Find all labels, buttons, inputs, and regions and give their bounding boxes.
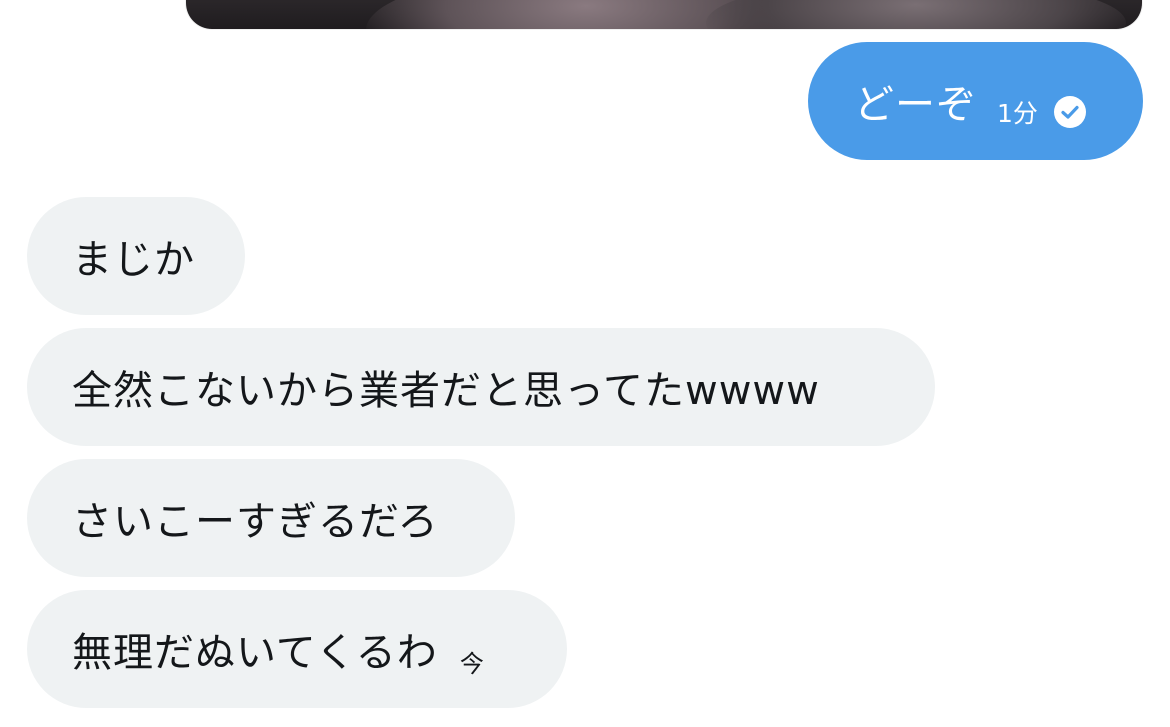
message-text: 無理だぬいてくるわ	[72, 630, 438, 676]
incoming-message-bubble[interactable]: 無理だぬいてくるわ 今	[27, 590, 567, 708]
image-attachment[interactable]	[186, 0, 1142, 29]
message-text: まじか	[72, 237, 195, 283]
incoming-message-bubble[interactable]: まじか	[27, 197, 245, 315]
message-text: さいこーすぎるだろ	[72, 499, 439, 545]
message-meta: 1分	[997, 94, 1086, 130]
incoming-message-bubble[interactable]: 全然こないから業者だと思ってたwwww	[27, 328, 935, 446]
message-text: どーぞ	[854, 82, 977, 128]
message-timestamp: 1分	[997, 99, 1038, 128]
check-circle-icon	[1053, 96, 1086, 128]
outgoing-message-bubble[interactable]: どーぞ 1分	[808, 42, 1143, 160]
incoming-message-bubble[interactable]: さいこーすぎるだろ	[27, 459, 515, 577]
image-content	[706, 0, 1126, 29]
message-timestamp: 今	[459, 649, 484, 678]
message-text: 全然こないから業者だと思ってたwwww	[72, 368, 820, 414]
